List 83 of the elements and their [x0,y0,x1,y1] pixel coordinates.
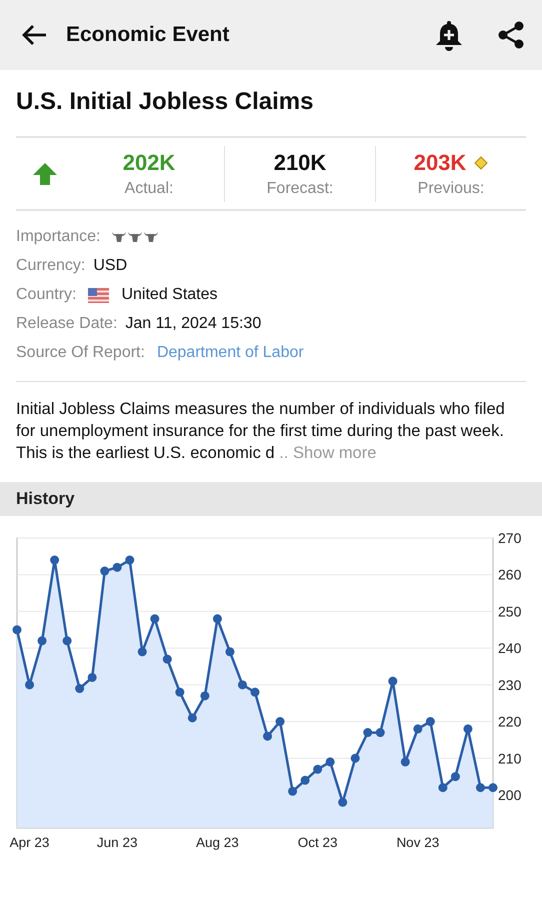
x-tick-label: Apr 23 [10,835,50,850]
point [363,728,372,738]
detail-value: USD [93,257,128,275]
flag-icon [88,288,110,302]
point [62,636,72,646]
point [338,798,348,807]
bell-plus-icon [434,19,464,51]
bull-icon [112,231,126,243]
back-arrow-icon [20,23,48,47]
point [12,625,22,634]
point [276,717,285,726]
point [463,724,472,734]
point [388,676,398,686]
x-tick-label: Jun 23 [96,835,138,850]
point [238,680,247,690]
point [175,688,184,697]
y-tick-label: 200 [498,786,522,803]
point [450,772,460,782]
screen-title: Economic Event [66,23,230,47]
point [413,724,422,734]
stat-value: 203K [414,150,466,176]
detail-value: United States [121,286,218,304]
show-more-link[interactable]: .. Show more [279,444,376,462]
point [125,556,134,565]
point [25,680,34,690]
event-title: U.S. Initial Jobless Claims [15,87,314,117]
point [488,783,498,792]
y-tick-label: 250 [498,603,522,620]
y-tick-label: 230 [498,676,522,693]
x-tick-label: Nov 23 [396,835,440,850]
back-button[interactable] [20,23,48,47]
y-tick-label: 240 [498,640,522,656]
y-tick-label: 220 [498,714,522,730]
x-tick-label: Aug 23 [196,835,239,850]
detail-label: Release Date: [16,315,118,333]
y-tick-label: 260 [498,566,522,583]
share-button[interactable] [496,20,526,50]
point [313,764,322,774]
detail-value: Jan 11, 2024 15:30 [125,315,262,333]
stat-label: Actual: [124,180,174,198]
point [400,757,410,766]
point [50,556,60,565]
up-arrow-icon [31,160,59,186]
point [426,717,435,726]
detail-label: Importance: [16,228,100,246]
stat-value: 202K [122,150,176,176]
point [162,654,172,664]
point [112,562,122,572]
stat-label: Previous: [418,180,484,198]
point [476,783,485,792]
point [326,757,335,766]
point [138,647,147,656]
point [200,691,210,700]
share-icon [496,20,526,50]
detail-label: Source Of Report: [16,344,145,362]
point [150,614,160,624]
point [350,754,360,763]
point [300,776,310,785]
detail-label: Currency: [16,257,86,275]
bull-icon [144,231,158,243]
point [376,728,385,738]
bull-icon [128,231,142,243]
point [38,636,47,646]
stat-label: Forecast: [266,180,334,198]
y-tick-label: 270 [498,530,522,546]
point [250,688,260,697]
add-alert-button[interactable] [434,19,464,51]
point [188,713,197,722]
point [75,684,84,694]
point [438,783,448,792]
stat-value: 210K [274,150,326,176]
point [288,786,298,796]
description-text: Initial Jobless Claims measures the number of individuals who filed for unemployment insurance for the first time during the past week. This is the earliest U.S. economic d .. Show more [15,399,506,464]
y-tick-label: 210 [498,750,522,766]
point [212,614,222,624]
x-tick-label: Oct 23 [298,835,338,850]
section-title: History [16,489,75,509]
point [100,566,110,576]
detail-label: Country: [16,286,76,304]
point [88,672,97,682]
point [263,732,272,741]
point [225,647,234,656]
source-link[interactable]: Department of Labor [156,344,304,362]
